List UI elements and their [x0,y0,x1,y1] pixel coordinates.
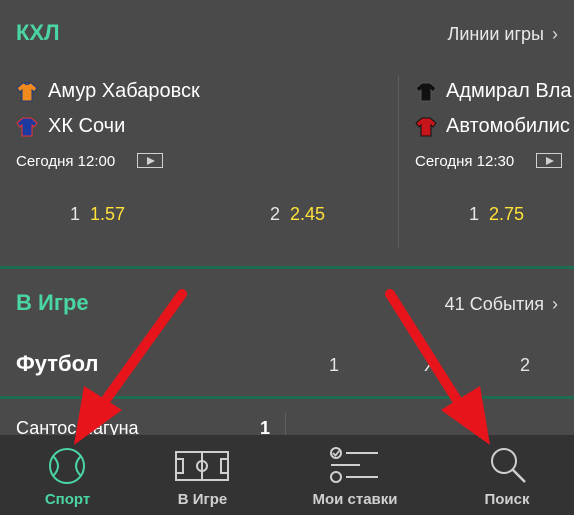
odd-label: 1 [469,204,480,224]
nav-label: Поиск [484,491,530,508]
nav-item-search[interactable]: Поиск [440,435,574,515]
odd-1-button[interactable]: 1 2.75 [469,204,524,225]
col-label-2: 2 [520,355,531,375]
blue-jersey-icon [16,117,38,137]
nav-label: Мои ставки [312,491,398,508]
live-section-title: В Игре [16,290,89,315]
odd-value: 1.57 [90,204,126,224]
col-label-1: 1 [329,355,340,375]
khl-section-title: КХЛ [16,20,60,45]
tennis-ball-icon [49,448,85,484]
team1-name: Адмирал Вла [446,80,572,102]
match-card-2[interactable]: Адмирал Вла Автомобилис Сегодня 12:30 1 … [399,68,574,248]
odd-value: 2.45 [290,204,326,224]
match-card-1[interactable]: Амур Хабаровск ХК Сочи Сегодня 12:00 1 1… [0,68,398,248]
bet-list-icon [330,447,378,483]
section-divider [0,266,574,269]
odd-2-button[interactable]: 2 2.45 [270,204,325,225]
nav-label: Спорт [44,491,91,508]
video-play-icon[interactable] [536,153,562,168]
nav-item-sport[interactable]: Спорт [0,435,135,515]
black-jersey-icon [415,82,437,102]
events-link[interactable]: 41 События › [445,294,558,315]
section-divider [0,396,574,399]
match-time: Сегодня 12:00 [16,153,116,170]
nav-item-my-bets[interactable]: Мои ставки [280,435,430,515]
game-lines-link[interactable]: Линии игры › [448,24,559,45]
odd-label: 2 [270,204,281,224]
team2-name: ХК Сочи [48,115,126,137]
odd-value: 2.75 [489,204,525,224]
nav-item-live[interactable]: В Игре [135,435,270,515]
chevron-right-icon: › [552,24,558,44]
nav-label: В Игре [177,491,228,508]
col-label-x: X [424,355,437,375]
football-title: Футбол [16,351,99,376]
team2-name: Автомобилис [446,115,570,137]
game-lines-label: Линии игры [447,24,545,44]
match-time: Сегодня 12:30 [415,153,515,170]
bottom-nav: Спорт В Игре Мои ставки Поиск [0,435,574,515]
events-count-label: 41 События [444,294,544,314]
field-icon [175,451,229,481]
search-icon [491,448,526,483]
team1-name: Амур Хабаровск [48,80,200,102]
video-play-icon[interactable] [137,153,163,168]
odd-1-button[interactable]: 1 1.57 [70,204,125,225]
odd-label: 1 [70,204,81,224]
chevron-right-icon: › [552,294,558,314]
orange-jersey-icon [16,82,38,102]
red-jersey-icon [415,117,437,137]
